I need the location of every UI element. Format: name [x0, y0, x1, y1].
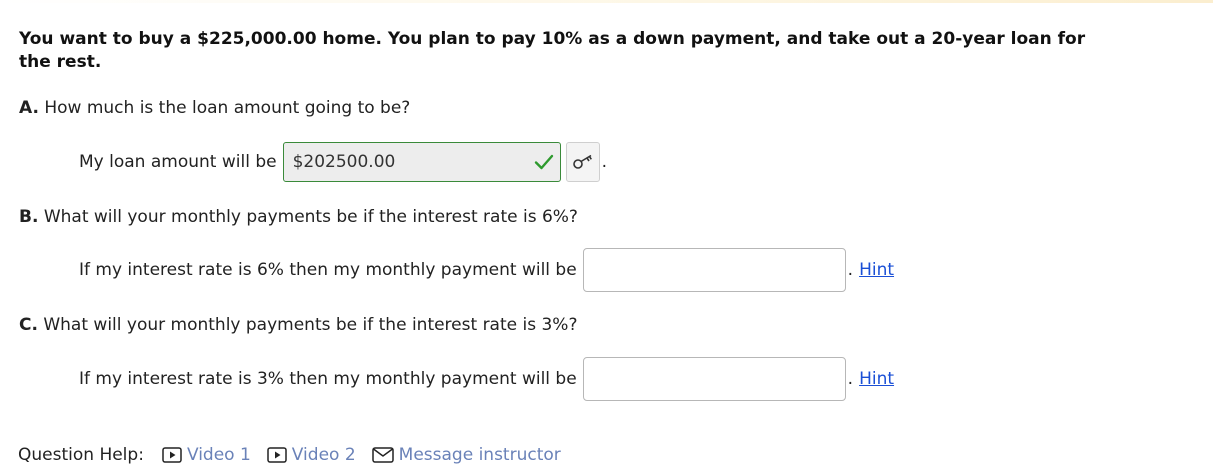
message-instructor-label: Message instructor — [398, 445, 561, 465]
video-1-label: Video 1 — [186, 445, 251, 465]
part-a-text: How much is the loan amount going to be? — [44, 98, 411, 118]
message-instructor-link[interactable]: Message instructor — [371, 445, 561, 465]
part-a-answer-field[interactable]: $202500.00 — [282, 142, 561, 182]
view-answer-key-button[interactable] — [565, 142, 600, 182]
part-c-question: C. What will your monthly payments be if… — [19, 314, 577, 336]
part-b-period: . — [847, 260, 854, 280]
video-2-label: Video 2 — [291, 445, 356, 465]
part-b-answer-input[interactable] — [582, 248, 846, 292]
video-1-link[interactable]: Video 1 — [162, 445, 251, 465]
part-c-text: What will your monthly payments be if th… — [43, 315, 578, 335]
part-c-answer-input[interactable] — [582, 357, 846, 401]
video-2-link[interactable]: Video 2 — [267, 445, 356, 465]
part-c-answer-row: If my interest rate is 3% then my monthl… — [79, 357, 894, 401]
part-a-period: . — [601, 152, 607, 172]
part-a-answer-label: My loan amount will be — [79, 152, 277, 172]
part-b-text: What will your monthly payments be if th… — [43, 207, 578, 227]
part-c-letter: C. — [19, 315, 38, 335]
envelope-icon — [371, 447, 394, 463]
play-icon — [162, 447, 182, 463]
part-a-question: A. How much is the loan amount going to … — [19, 97, 410, 119]
problem-statement: You want to buy a $225,000.00 home. You … — [19, 29, 1086, 72]
part-a-answer-value: $202500.00 — [292, 152, 396, 172]
part-b-letter: B. — [19, 207, 39, 227]
part-b-hint-link[interactable]: Hint — [859, 260, 894, 280]
question-help-bar: Question Help: Video 1 Video 2 Message i… — [18, 443, 577, 467]
part-a-letter: A. — [19, 98, 39, 118]
question-help-label: Question Help: — [18, 445, 144, 465]
part-b-question: B. What will your monthly payments be if… — [19, 206, 578, 228]
part-c-answer-label: If my interest rate is 3% then my monthl… — [79, 369, 577, 389]
part-a-answer-row: My loan amount will be $202500.00 . — [79, 140, 607, 184]
part-c-period: . — [847, 369, 854, 389]
part-b-answer-row: If my interest rate is 6% then my monthl… — [79, 248, 894, 292]
part-c-hint-link[interactable]: Hint — [859, 369, 894, 389]
part-b-answer-label: If my interest rate is 6% then my monthl… — [79, 260, 577, 280]
key-icon — [572, 154, 592, 169]
play-icon — [267, 447, 287, 463]
top-accent-strip — [0, 0, 1213, 3]
checkmark-icon — [534, 154, 553, 170]
